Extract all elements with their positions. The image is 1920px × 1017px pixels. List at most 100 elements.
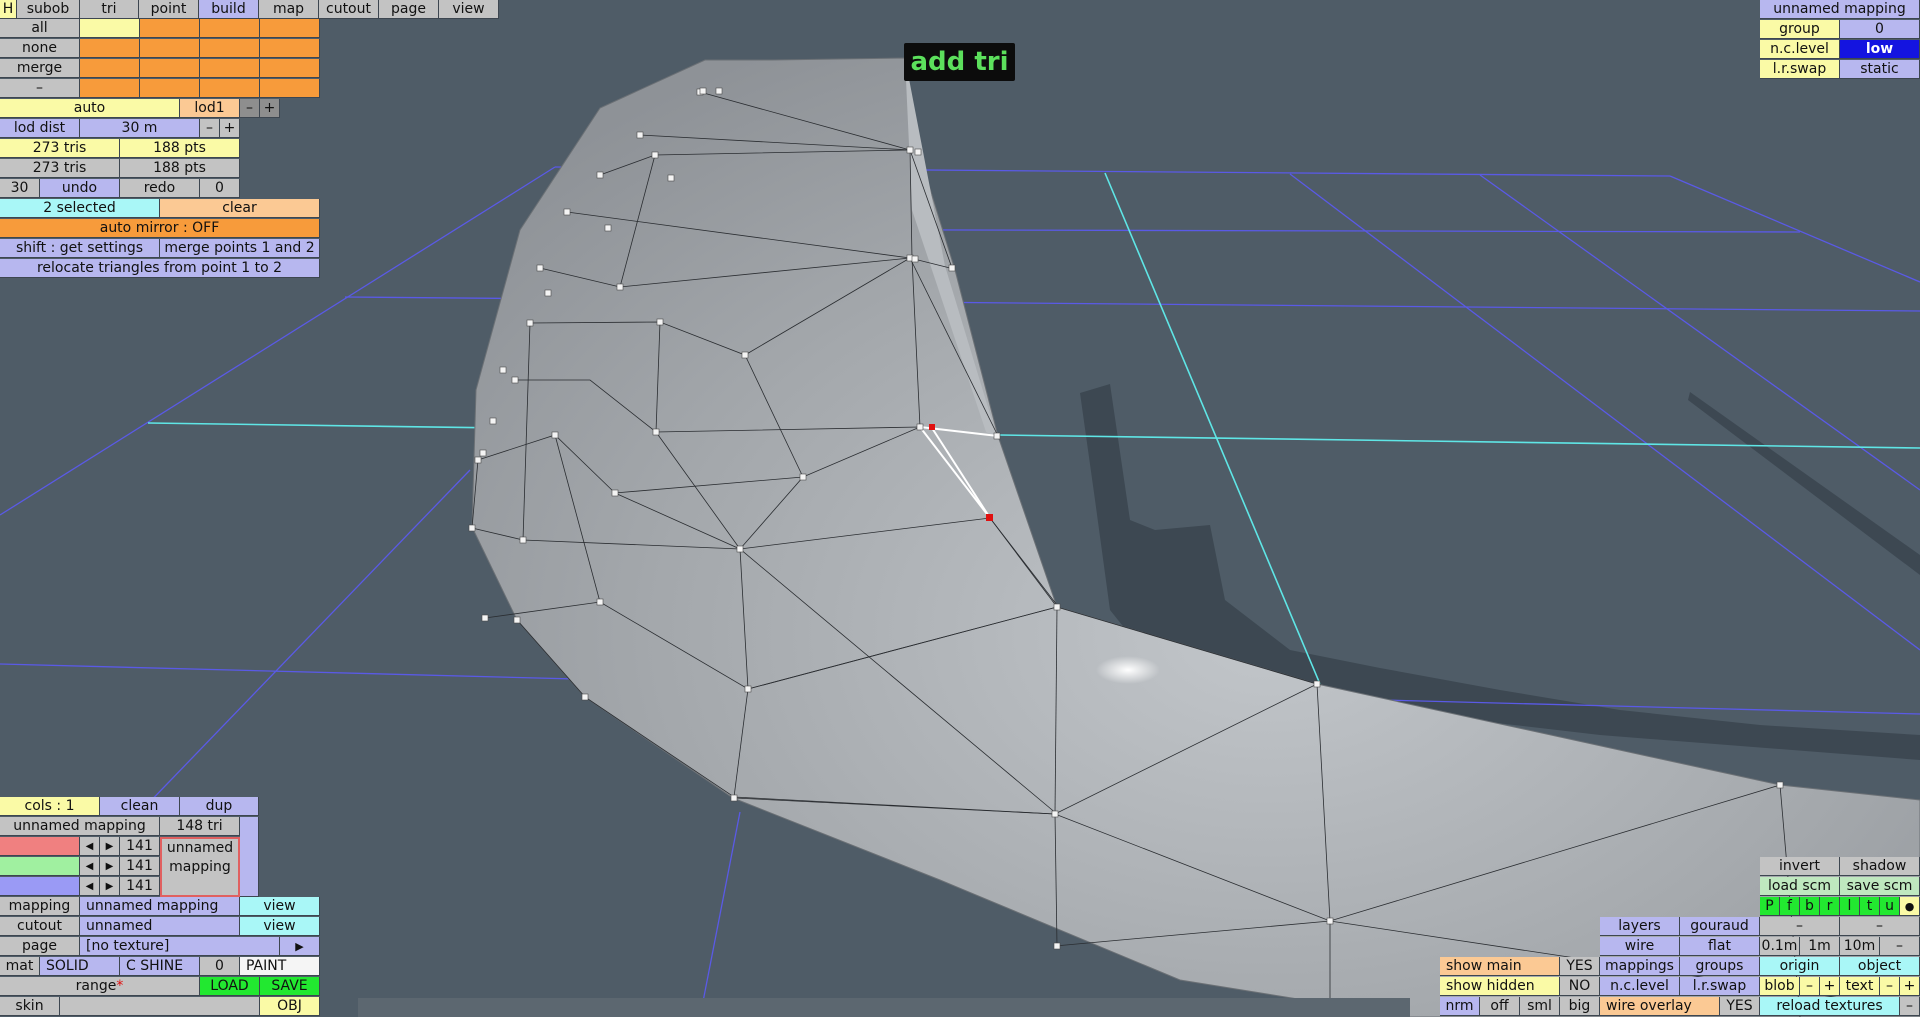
view-top-button[interactable]: t — [1860, 897, 1880, 916]
lod-minus-button[interactable]: – — [240, 99, 260, 118]
view-right-button[interactable]: r — [1820, 897, 1840, 916]
blob-minus-button[interactable]: – — [1800, 977, 1820, 996]
auto-mirror-toggle[interactable]: auto mirror : OFF — [0, 219, 320, 238]
group-value[interactable]: 0 — [1840, 20, 1920, 39]
cutout-view-button[interactable]: view — [240, 917, 320, 936]
load-scm-button[interactable]: load scm — [1760, 877, 1840, 896]
save-button[interactable]: SAVE — [260, 977, 320, 996]
show-hidden-label[interactable]: show hidden — [1440, 977, 1560, 996]
select-cell[interactable] — [260, 39, 320, 58]
view-perspective-button[interactable]: P — [1760, 897, 1780, 916]
tab-page[interactable]: page — [379, 0, 439, 19]
mapping-title[interactable]: unnamed mapping — [1760, 0, 1920, 19]
size-nrm-button[interactable]: nrm — [1440, 997, 1480, 1016]
view-dot-button[interactable]: ● — [1900, 897, 1920, 916]
green-decrease-button[interactable]: ◀ — [80, 857, 100, 876]
select-cell[interactable] — [140, 19, 200, 38]
red-increase-button[interactable]: ▶ — [100, 837, 120, 856]
page-value[interactable]: [no texture] — [80, 937, 280, 956]
origin-button[interactable]: origin — [1760, 957, 1840, 976]
select-cell[interactable] — [260, 19, 320, 38]
merge-button[interactable]: merge — [0, 59, 80, 78]
lod-dist-value[interactable]: 30 m — [80, 119, 200, 138]
cols-button[interactable]: cols : 1 — [0, 797, 100, 816]
solid-button[interactable]: SOLID — [40, 957, 120, 976]
red-decrease-button[interactable]: ◀ — [80, 837, 100, 856]
grid-1m-button[interactable]: 1m — [1800, 937, 1840, 956]
layers-button[interactable]: layers — [1600, 917, 1680, 936]
show-hidden-value[interactable]: NO — [1560, 977, 1600, 996]
lod-auto-button[interactable]: auto — [0, 99, 180, 118]
select-cell[interactable] — [140, 79, 200, 98]
lod1-button[interactable]: lod1 — [180, 99, 240, 118]
tab-view[interactable]: view — [439, 0, 499, 19]
3d-viewport[interactable] — [0, 0, 1920, 1017]
mapping-value[interactable]: unnamed mapping — [80, 897, 240, 916]
help-button[interactable]: H — [0, 0, 17, 19]
lod-plus-button[interactable]: + — [260, 99, 280, 118]
page-next-button[interactable]: ▶ — [280, 937, 320, 956]
invert-button[interactable]: invert — [1760, 857, 1840, 876]
lod-dist-plus-button[interactable]: + — [220, 119, 240, 138]
view-front-button[interactable]: f — [1780, 897, 1800, 916]
tab-build[interactable]: build — [199, 0, 259, 19]
grid-minus-button[interactable]: – — [1880, 937, 1920, 956]
shift-get-settings-button[interactable]: shift : get settings — [0, 239, 160, 258]
mapping-name[interactable]: unnamed mapping — [0, 817, 160, 836]
mapping-preview[interactable]: unnamed mapping — [160, 837, 240, 897]
obj-button[interactable]: OBJ — [260, 997, 320, 1016]
nclevel-button[interactable]: n.c.level — [1600, 977, 1680, 996]
dash-button[interactable]: – — [0, 79, 80, 98]
tab-point[interactable]: point — [139, 0, 199, 19]
blue-increase-button[interactable]: ▶ — [100, 877, 120, 896]
select-all-button[interactable]: all — [0, 19, 80, 38]
size-big-button[interactable]: big — [1560, 997, 1600, 1016]
range-button[interactable]: range* — [0, 977, 200, 996]
view-back-button[interactable]: b — [1800, 897, 1820, 916]
view-under-button[interactable]: u — [1880, 897, 1900, 916]
gouraud-button[interactable]: gouraud — [1680, 917, 1760, 936]
size-off-button[interactable]: off — [1480, 997, 1520, 1016]
red-channel-swatch[interactable] — [0, 837, 80, 856]
grid-10m-button[interactable]: 10m — [1840, 937, 1880, 956]
mapping-scroll[interactable] — [240, 817, 259, 897]
grid-01m-button[interactable]: 0.1m — [1760, 937, 1800, 956]
reload-textures-button[interactable]: reload textures — [1760, 997, 1900, 1016]
object-button[interactable]: object — [1840, 957, 1920, 976]
groups-button[interactable]: groups — [1680, 957, 1760, 976]
select-cell[interactable] — [80, 19, 140, 38]
green-increase-button[interactable]: ▶ — [100, 857, 120, 876]
wire-overlay-value[interactable]: YES — [1720, 997, 1760, 1016]
blue-decrease-button[interactable]: ◀ — [80, 877, 100, 896]
lrswap-button[interactable]: l.r.swap — [1680, 977, 1760, 996]
red-value[interactable]: 141 — [120, 837, 160, 856]
select-none-button[interactable]: none — [0, 39, 80, 58]
cshine-button[interactable]: C SHINE — [120, 957, 200, 976]
dup-button[interactable]: dup — [180, 797, 259, 816]
cutout-value[interactable]: unnamed — [80, 917, 240, 936]
skin-value[interactable] — [60, 997, 260, 1016]
dash-button-1[interactable]: – — [1760, 917, 1840, 936]
select-cell[interactable] — [260, 79, 320, 98]
tab-cutout[interactable]: cutout — [319, 0, 379, 19]
paint-button[interactable]: PAINT — [240, 957, 320, 976]
relocate-triangles-button[interactable]: relocate triangles from point 1 to 2 — [0, 259, 320, 278]
blue-value[interactable]: 141 — [120, 877, 160, 896]
reload-minus-button[interactable]: – — [1900, 997, 1920, 1016]
green-value[interactable]: 141 — [120, 857, 160, 876]
size-sml-button[interactable]: sml — [1520, 997, 1560, 1016]
select-cell[interactable] — [80, 59, 140, 78]
blob-plus-button[interactable]: + — [1820, 977, 1840, 996]
select-cell[interactable] — [200, 39, 260, 58]
select-cell[interactable] — [200, 79, 260, 98]
tab-subob[interactable]: subob — [17, 0, 80, 19]
select-cell[interactable] — [80, 79, 140, 98]
select-cell[interactable] — [80, 39, 140, 58]
clean-button[interactable]: clean — [100, 797, 180, 816]
blue-channel-swatch[interactable] — [0, 877, 80, 896]
view-left-button[interactable]: l — [1840, 897, 1860, 916]
mapping-view-button[interactable]: view — [240, 897, 320, 916]
show-main-value[interactable]: YES — [1560, 957, 1600, 976]
select-cell[interactable] — [140, 59, 200, 78]
text-plus-button[interactable]: + — [1900, 977, 1920, 996]
